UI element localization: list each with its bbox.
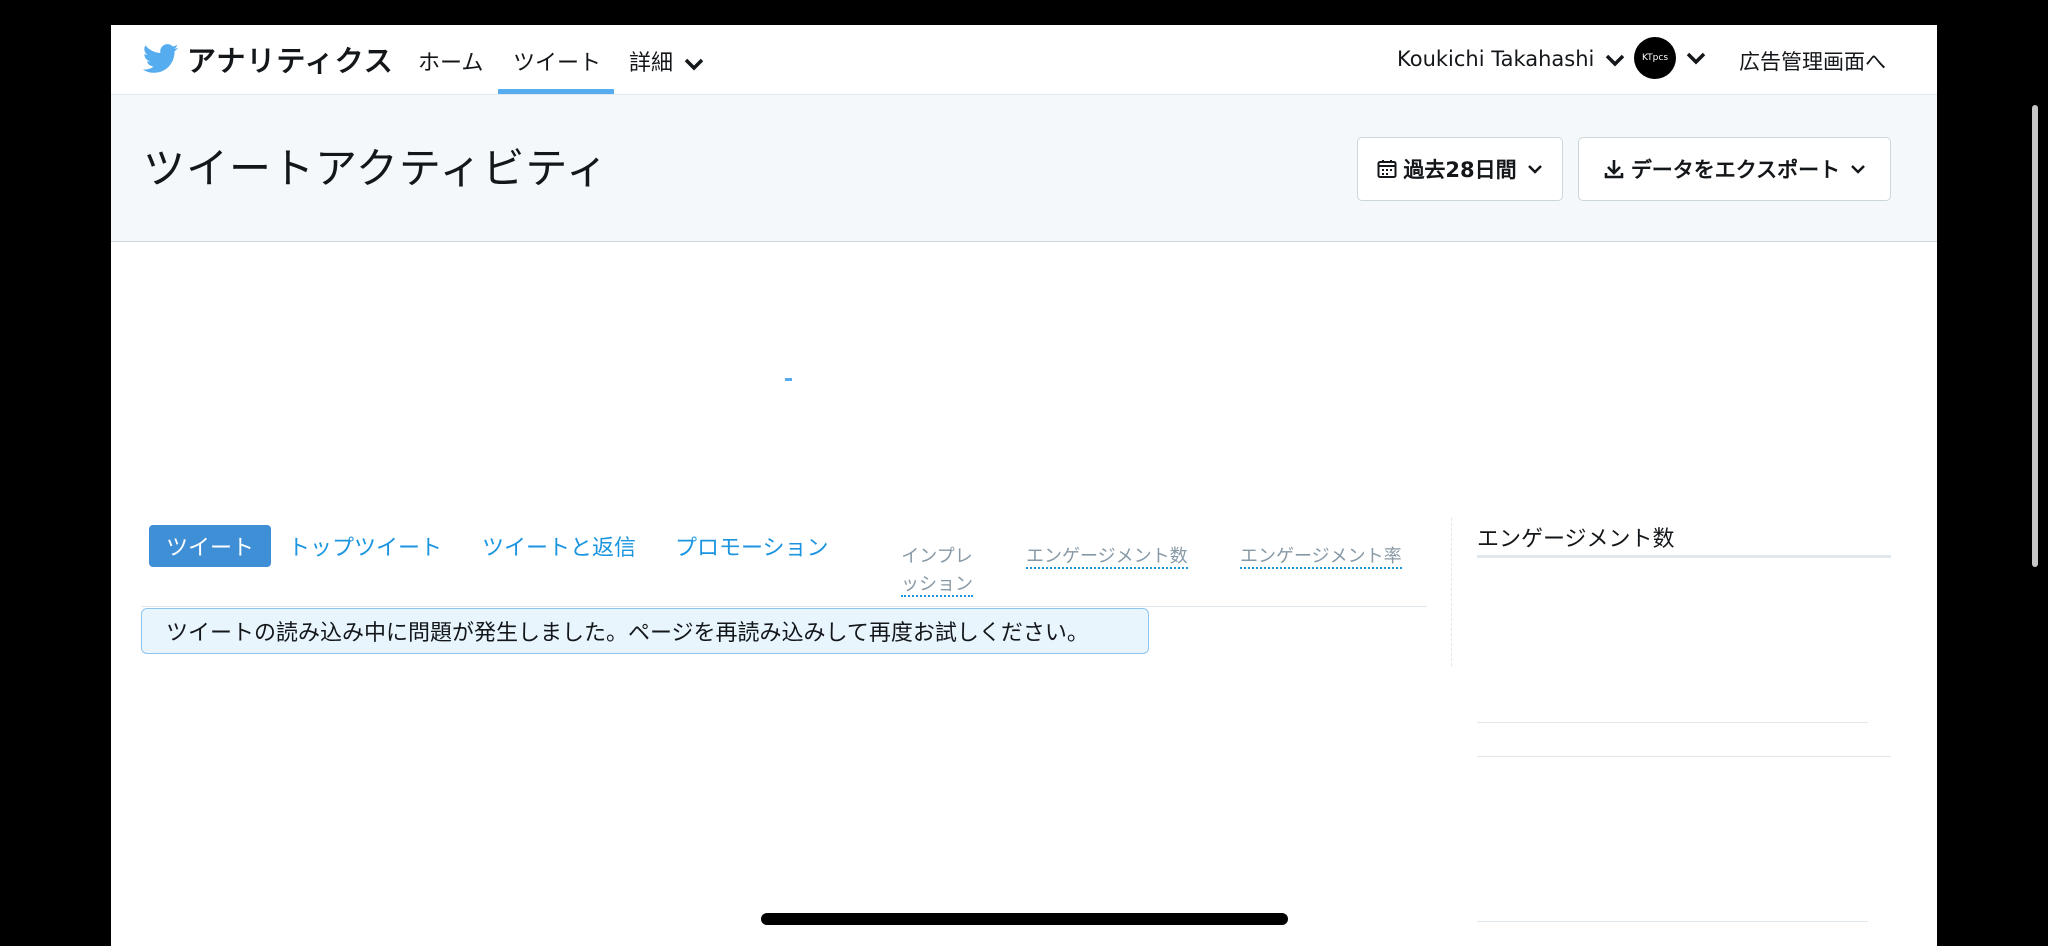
chevron-down-icon — [1527, 163, 1543, 175]
brand[interactable]: アナリティクス — [143, 41, 394, 78]
home-indicator[interactable] — [761, 913, 1288, 925]
nav-tweets-link[interactable]: ツイート — [513, 45, 601, 77]
column-engagement-rate-label: エンゲージメント率 — [1240, 546, 1402, 569]
loading-indicator — [785, 378, 792, 381]
export-data-button[interactable]: データをエクスポート — [1578, 137, 1891, 201]
tab-top-tweets[interactable]: トップツイート — [272, 525, 458, 567]
divider — [1477, 756, 1891, 757]
user-menu[interactable]: Koukichi Takahashi — [1397, 47, 1625, 71]
column-impressions-line2: ッション — [901, 574, 973, 597]
divider — [1451, 518, 1452, 666]
avatar[interactable]: KTpcs — [1634, 37, 1676, 79]
divider — [1477, 722, 1868, 723]
tab-tweets[interactable]: ツイート — [149, 525, 271, 567]
sidebar-title: エンゲージメント数 — [1477, 527, 1675, 552]
page-title: ツイートアクティビティ — [143, 144, 609, 193]
column-impressions[interactable]: インプレ ッション — [901, 543, 973, 599]
nav-more-label: 詳細 — [629, 51, 674, 76]
nav-more-menu[interactable]: 詳細 — [629, 45, 704, 77]
column-engagement-rate[interactable]: エンゲージメント率 — [1240, 543, 1402, 571]
page-header: ツイートアクティビティ 過去28日間 データをエクスポート — [111, 95, 1937, 242]
avatar-text: KTpcs — [1641, 53, 1669, 63]
download-icon — [1603, 158, 1625, 180]
brand-title: アナリティクス — [187, 44, 394, 78]
calendar-icon — [1377, 159, 1397, 179]
column-impressions-line1: インプレ — [901, 546, 973, 567]
nav-home-link[interactable]: ホーム — [418, 45, 483, 77]
active-nav-indicator — [498, 89, 614, 94]
twitter-bird-icon — [143, 44, 179, 73]
tab-promotion[interactable]: プロモーション — [659, 525, 845, 567]
top-navigation: アナリティクス ホーム ツイート 詳細 Koukichi Takahashi K… — [111, 25, 1937, 95]
date-range-label: 過去28日間 — [1403, 158, 1517, 182]
column-engagements-label: エンゲージメント数 — [1026, 546, 1188, 569]
column-engagements[interactable]: エンゲージメント数 — [1026, 543, 1188, 571]
divider — [1477, 555, 1891, 558]
scrollbar[interactable] — [2032, 105, 2038, 567]
tab-tweets-and-replies[interactable]: ツイートと返信 — [466, 525, 652, 567]
chevron-down-icon[interactable] — [1686, 51, 1706, 65]
export-label: データをエクスポート — [1630, 158, 1841, 182]
analytics-page: アナリティクス ホーム ツイート 詳細 Koukichi Takahashi K… — [111, 25, 1937, 946]
chevron-down-icon — [1605, 54, 1625, 67]
divider — [141, 606, 1427, 607]
divider — [1477, 921, 1868, 922]
user-name: Koukichi Takahashi — [1397, 47, 1595, 71]
chevron-down-icon — [1850, 163, 1866, 175]
ads-manager-link[interactable]: 広告管理画面へ — [1739, 46, 1886, 76]
error-message: ツイートの読み込み中に問題が発生しました。ページを再読み込みして再度お試しくださ… — [141, 608, 1149, 654]
chevron-down-icon — [684, 58, 704, 71]
date-range-button[interactable]: 過去28日間 — [1357, 137, 1563, 201]
